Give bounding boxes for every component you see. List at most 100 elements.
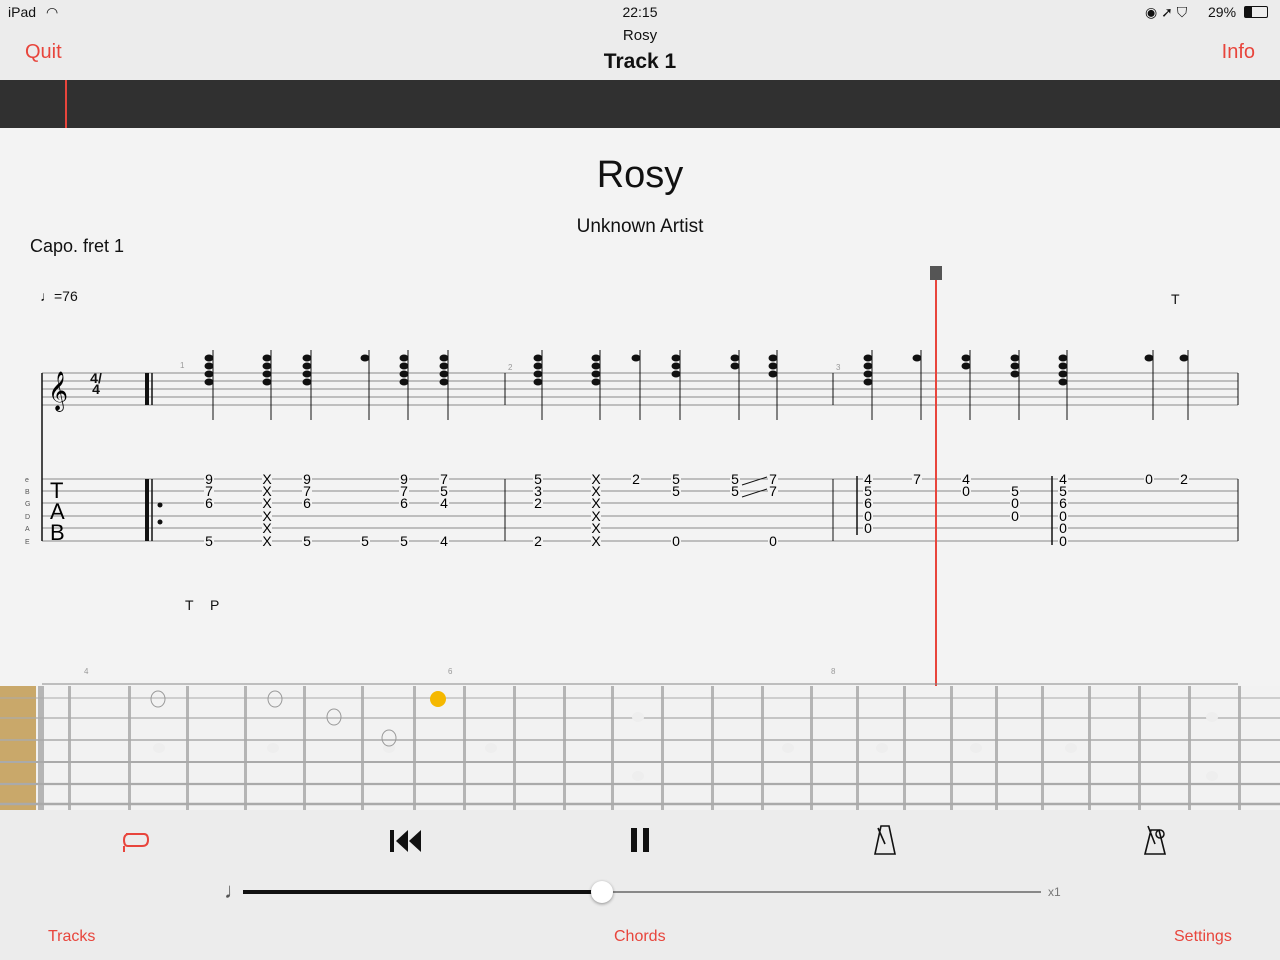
fret-marker bbox=[632, 771, 644, 781]
fret-wire bbox=[1238, 686, 1241, 810]
metronome-count-icon[interactable] bbox=[1142, 824, 1170, 856]
repeat-dot bbox=[157, 519, 163, 525]
loop-icon[interactable] bbox=[120, 828, 152, 854]
time-signature: 4/4 bbox=[90, 370, 102, 397]
note-head bbox=[262, 370, 272, 378]
skip-back-icon[interactable] bbox=[388, 828, 424, 854]
note-head bbox=[1010, 370, 1020, 378]
tab-settings[interactable]: Settings bbox=[1174, 928, 1232, 946]
metronome-icon[interactable] bbox=[872, 824, 898, 856]
fret-wire bbox=[563, 686, 566, 810]
note-head bbox=[533, 354, 543, 362]
note-head bbox=[439, 362, 449, 370]
fret-wire bbox=[413, 686, 416, 810]
note-head bbox=[533, 370, 543, 378]
string-name: G bbox=[25, 501, 30, 508]
fret-wire bbox=[856, 686, 859, 810]
track-title: Track 1 bbox=[603, 50, 677, 73]
fret-marker bbox=[970, 743, 982, 753]
tab-note: 0 bbox=[1145, 471, 1153, 487]
location-icons: ◉ ➚ ⛉ bbox=[1145, 4, 1188, 20]
string-name: E bbox=[25, 539, 30, 546]
playhead-handle bbox=[930, 266, 942, 280]
note-head bbox=[591, 378, 601, 386]
tab-note: 5 bbox=[205, 533, 213, 549]
tab-note: 0 bbox=[962, 483, 970, 499]
note-head bbox=[863, 354, 873, 362]
note-head bbox=[768, 362, 778, 370]
note-head bbox=[671, 362, 681, 370]
tab-note: 0 bbox=[1011, 508, 1019, 524]
string-name: A bbox=[25, 526, 30, 533]
note-head bbox=[730, 362, 740, 370]
fret-wire bbox=[1138, 686, 1141, 810]
tab-note: 5 bbox=[672, 483, 680, 499]
tab-note: 0 bbox=[672, 533, 680, 549]
note-head bbox=[1058, 370, 1068, 378]
tab-note: 7 bbox=[913, 471, 921, 487]
tab-chords[interactable]: Chords bbox=[614, 928, 666, 946]
note-head bbox=[863, 378, 873, 386]
tab-note: 2 bbox=[534, 533, 542, 549]
note-head bbox=[302, 354, 312, 362]
fret-wire bbox=[68, 686, 71, 810]
note-head bbox=[671, 354, 681, 362]
tab-note: 4 bbox=[440, 533, 448, 549]
fret-wire bbox=[303, 686, 306, 810]
note-head bbox=[204, 362, 214, 370]
fret-wire bbox=[995, 686, 998, 810]
note-head bbox=[399, 378, 409, 386]
string-name: D bbox=[25, 514, 30, 521]
note-head bbox=[1058, 362, 1068, 370]
fret-wire bbox=[244, 686, 247, 810]
tab-note: 5 bbox=[303, 533, 311, 549]
timeline-bar[interactable] bbox=[0, 80, 1280, 128]
battery-icon bbox=[1244, 6, 1268, 18]
fret-wire bbox=[1041, 686, 1044, 810]
note-head bbox=[533, 362, 543, 370]
fretboard[interactable] bbox=[0, 686, 1280, 810]
note-head bbox=[439, 370, 449, 378]
tab-tracks[interactable]: Tracks bbox=[48, 928, 95, 946]
note-head bbox=[262, 378, 272, 386]
note-head bbox=[1010, 362, 1020, 370]
fret-wire bbox=[661, 686, 664, 810]
fret-wire bbox=[1188, 686, 1191, 810]
fret-wire bbox=[950, 686, 953, 810]
note-head bbox=[204, 354, 214, 362]
note-head bbox=[1010, 354, 1020, 362]
note-head bbox=[912, 354, 922, 362]
speed-slider-thumb[interactable] bbox=[591, 881, 614, 903]
fret-marker bbox=[632, 712, 644, 722]
measure-number: 3 bbox=[836, 363, 841, 372]
tab-note: 5 bbox=[731, 483, 739, 499]
measure-number: 8 bbox=[831, 667, 836, 676]
note-head bbox=[399, 362, 409, 370]
fret-wire bbox=[513, 686, 516, 810]
slide-mark bbox=[741, 488, 768, 498]
note-head bbox=[204, 378, 214, 386]
note-head bbox=[768, 354, 778, 362]
fret-wire bbox=[903, 686, 906, 810]
note-head bbox=[671, 370, 681, 378]
string-name: B bbox=[25, 489, 30, 496]
fret-wire bbox=[361, 686, 364, 810]
notation-svg: 𝄞TABeBGDAE1 2 39765XXXXXX9765 5976575445322… bbox=[25, 266, 1239, 686]
pause-icon[interactable] bbox=[628, 826, 654, 854]
note-head bbox=[1179, 354, 1189, 362]
string-name: e bbox=[25, 477, 29, 484]
note-head bbox=[262, 354, 272, 362]
upcoming-note-marker bbox=[150, 690, 166, 708]
tab-note: 0 bbox=[1059, 533, 1067, 549]
timeline-cursor[interactable] bbox=[65, 80, 67, 128]
tab-note: 6 bbox=[303, 495, 311, 511]
note-head bbox=[863, 362, 873, 370]
fret-wire bbox=[1088, 686, 1091, 810]
note-head bbox=[533, 378, 543, 386]
note-head bbox=[439, 354, 449, 362]
fret-marker bbox=[782, 743, 794, 753]
note-head bbox=[204, 370, 214, 378]
tab-note: X bbox=[262, 533, 272, 549]
fret-marker bbox=[153, 743, 165, 753]
note-head bbox=[302, 370, 312, 378]
